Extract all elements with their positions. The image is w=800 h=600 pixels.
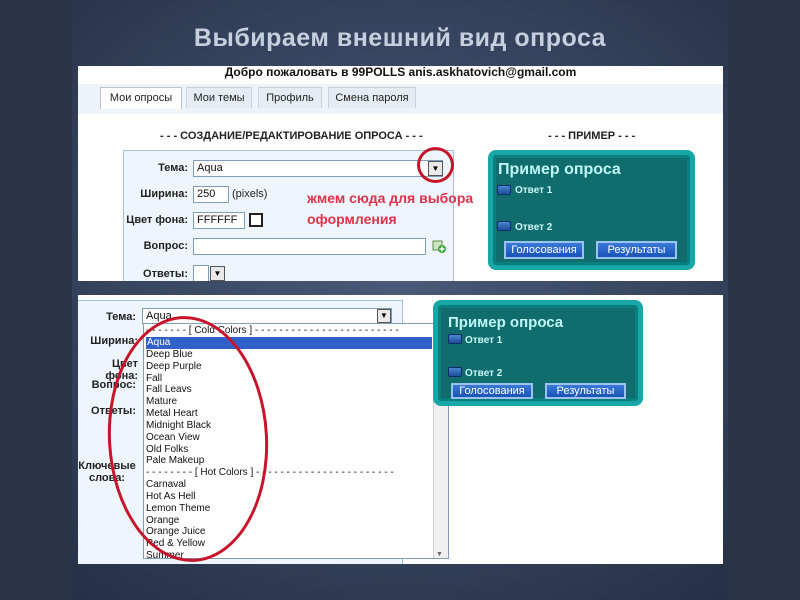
poll-preview: Пример опроса Ответ 1 Ответ 2 Голосовани… (488, 150, 695, 270)
highlight-circle (417, 147, 454, 183)
poll-title: Пример опроса (448, 314, 564, 331)
scroll-down-icon[interactable]: ▼ (436, 551, 443, 558)
tab-change-password[interactable]: Смена пароля (328, 87, 416, 108)
section-create-title: - - - СОЗДАНИЕ/РЕДАКТИРОВАНИЕ ОПРОСА - -… (160, 130, 423, 142)
tab-my-themes[interactable]: Мои темы (186, 87, 252, 108)
answer-radio-1[interactable] (448, 334, 462, 344)
tab-my-polls[interactable]: Мои опросы (100, 87, 182, 109)
answers-count-select[interactable] (193, 265, 209, 281)
hint-line-2: оформления (307, 211, 397, 227)
width-input[interactable]: 250 (193, 186, 229, 203)
theme-select[interactable]: Aqua (193, 160, 443, 177)
answer-2: Ответ 2 (465, 368, 503, 379)
answer-radio-2[interactable] (497, 221, 511, 231)
question-input[interactable] (193, 238, 426, 255)
theme-label: Тема: (106, 311, 136, 323)
answer-1: Ответ 1 (515, 185, 553, 196)
section-example-title: - - - ПРИМЕР - - - (548, 130, 636, 142)
answer-radio-1[interactable] (497, 185, 511, 195)
vote-button[interactable]: Голосования (451, 383, 533, 399)
bg-color-input[interactable]: FFFFFF (193, 212, 245, 229)
answer-1: Ответ 1 (465, 335, 503, 346)
poll-title: Пример опроса (498, 161, 621, 178)
slide-title: Выбираем внешний вид опроса (193, 24, 607, 52)
right-side-bar (728, 0, 800, 600)
poll-preview: Пример опроса Ответ 1 Ответ 2 Голосовани… (433, 300, 643, 406)
answer-radio-2[interactable] (448, 367, 462, 377)
add-question-icon[interactable] (432, 240, 446, 253)
width-label: Ширина: (90, 335, 138, 347)
screenshot-panel-top: Добро пожаловать в 99POLLS anis.askhatov… (78, 66, 723, 281)
bg-color-label: Цвет фона: (126, 214, 188, 226)
color-swatch[interactable] (249, 213, 263, 227)
results-button[interactable]: Результаты (545, 383, 626, 399)
chevron-down-icon[interactable]: ▼ (210, 266, 225, 281)
theme-label: Тема: (158, 162, 188, 174)
results-button[interactable]: Результаты (596, 241, 677, 259)
width-unit: (pixels) (232, 188, 268, 200)
question-label: Вопрос: (143, 240, 188, 252)
vote-button[interactable]: Голосования (504, 241, 584, 259)
screenshot-panel-bottom: Тема: Aqua ▼ Ширина: Цвет фона: Вопрос: … (78, 295, 723, 564)
answer-2: Ответ 2 (515, 222, 553, 233)
hint-line-1: жмем сюда для выбора (307, 190, 474, 206)
width-label: Ширина: (140, 188, 188, 200)
chevron-down-icon[interactable]: ▼ (377, 309, 391, 323)
left-side-bar (0, 0, 72, 600)
welcome-header: Добро пожаловать в 99POLLS anis.askhatov… (224, 66, 577, 79)
answers-label: Ответы: (143, 268, 188, 280)
tab-profile[interactable]: Профиль (258, 87, 322, 108)
